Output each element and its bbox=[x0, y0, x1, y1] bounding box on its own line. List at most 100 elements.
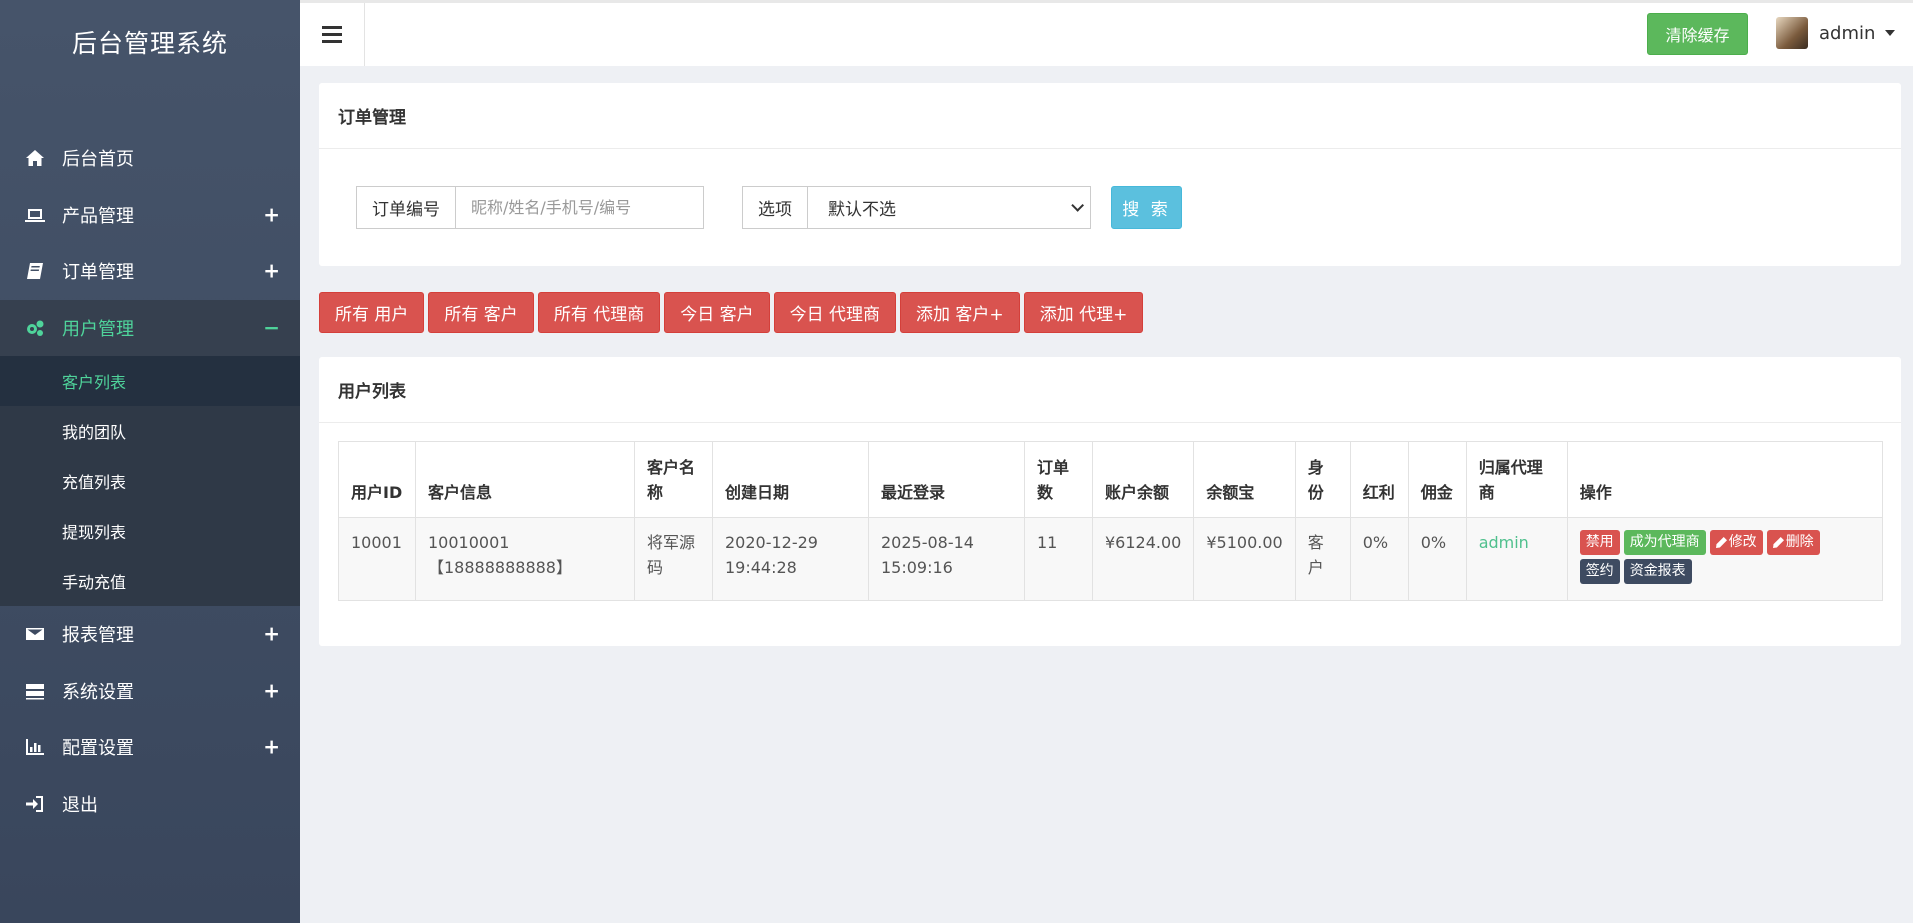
search-form: 订单编号 选项 默认不选 搜 索 bbox=[356, 186, 1182, 229]
sidebar-item-label: 产品管理 bbox=[62, 205, 134, 227]
expand-icon: + bbox=[263, 678, 280, 703]
sidebar-item-system-settings[interactable]: 系统设置 + bbox=[0, 663, 300, 720]
make-agent-button[interactable]: 成为代理商 bbox=[1623, 530, 1706, 555]
collapse-icon: − bbox=[263, 315, 280, 340]
user-list-panel: 用户列表 用户ID 客户信息 客户名称 创建日期 最近登录 订单数 账户余额 余… bbox=[319, 357, 1901, 646]
cell-user-id: 10001 bbox=[338, 517, 416, 601]
cell-customer-info: 10010001 【18888888888】 bbox=[415, 517, 635, 601]
laptop-icon bbox=[24, 205, 46, 225]
option-label: 选项 bbox=[742, 186, 808, 229]
app-title: 后台管理系统 bbox=[71, 29, 228, 58]
customer-info-line1: 10010001 bbox=[428, 533, 510, 552]
table-row: 10001 10010001 【18888888888】 将军源码 2020-1… bbox=[338, 517, 1884, 601]
user-table: 用户ID 客户信息 客户名称 创建日期 最近登录 订单数 账户余额 余额宝 身份… bbox=[338, 441, 1884, 601]
col-header-created: 创建日期 bbox=[712, 441, 869, 518]
sidebar-item-reports[interactable]: 报表管理 + bbox=[0, 606, 300, 663]
home-icon bbox=[24, 148, 46, 168]
sidebar-item-home[interactable]: 后台首页 bbox=[0, 130, 300, 187]
sidebar-item-label: 订单管理 bbox=[62, 262, 134, 284]
col-header-yuebao: 余额宝 bbox=[1193, 441, 1296, 518]
order-no-label: 订单编号 bbox=[356, 186, 456, 229]
chevron-down-icon bbox=[1071, 199, 1084, 212]
sidebar-subitem-withdraw-list[interactable]: 提现列表 bbox=[0, 506, 300, 556]
sidebar-item-label: 报表管理 bbox=[62, 625, 134, 647]
bar-chart-icon bbox=[24, 737, 46, 757]
cell-yuebao: ¥5100.00 bbox=[1193, 517, 1296, 601]
filter-all-agents-button[interactable]: 所有 代理商 bbox=[537, 292, 661, 333]
col-header-balance: 账户余额 bbox=[1091, 441, 1195, 518]
user-menu[interactable]: admin bbox=[1776, 17, 1896, 49]
col-header-customer-name: 客户名称 bbox=[634, 441, 713, 518]
disable-button[interactable]: 禁用 bbox=[1579, 530, 1620, 555]
cell-agent: admin bbox=[1465, 517, 1568, 601]
col-header-role: 身份 bbox=[1294, 441, 1351, 518]
pencil-icon bbox=[1772, 537, 1784, 548]
sidebar-nav: 后台首页 产品管理 + 订单管理 + 用户管理 − 客户列表 我的团队 充值列表… bbox=[0, 130, 300, 832]
sidebar-item-label: 配置设置 bbox=[62, 738, 134, 760]
col-header-customer-info: 客户信息 bbox=[415, 441, 635, 518]
col-header-user-id: 用户ID bbox=[338, 441, 416, 518]
search-button[interactable]: 搜 索 bbox=[1111, 186, 1182, 229]
sidebar-item-label: 退出 bbox=[62, 794, 98, 816]
cell-role: 客户 bbox=[1294, 517, 1351, 601]
sign-in-icon bbox=[24, 794, 46, 814]
cell-orders: 11 bbox=[1024, 517, 1093, 601]
top-bar: 清除缓存 admin bbox=[300, 0, 1913, 66]
col-header-last-login: 最近登录 bbox=[868, 441, 1025, 518]
expand-icon: + bbox=[263, 621, 280, 646]
edit-label: 修改 bbox=[1728, 534, 1757, 550]
col-header-orders: 订单数 bbox=[1024, 441, 1093, 518]
option-select[interactable]: 默认不选 bbox=[808, 186, 1091, 229]
sign-button[interactable]: 签约 bbox=[1579, 559, 1620, 584]
gears-icon bbox=[24, 318, 46, 338]
add-agent-button[interactable]: 添加 代理+ bbox=[1023, 292, 1144, 333]
sidebar-item-products[interactable]: 产品管理 + bbox=[0, 187, 300, 244]
filter-today-agents-button[interactable]: 今日 代理商 bbox=[773, 292, 897, 333]
col-header-bonus: 红利 bbox=[1349, 441, 1409, 518]
sidebar-subitem-my-team[interactable]: 我的团队 bbox=[0, 406, 300, 456]
fund-report-button[interactable]: 资金报表 bbox=[1623, 559, 1692, 584]
agent-link[interactable]: admin bbox=[1479, 533, 1529, 552]
sidebar-item-orders[interactable]: 订单管理 + bbox=[0, 243, 300, 300]
sidebar-subitem-customer-list[interactable]: 客户列表 bbox=[0, 356, 300, 406]
sidebar-item-logout[interactable]: 退出 bbox=[0, 776, 300, 833]
filter-today-customers-button[interactable]: 今日 客户 bbox=[664, 292, 770, 333]
sidebar-item-config-settings[interactable]: 配置设置 + bbox=[0, 719, 300, 776]
cell-customer-name: 将军源码 bbox=[634, 517, 713, 601]
sidebar-subnav-users: 客户列表 我的团队 充值列表 提现列表 手动充值 bbox=[0, 356, 300, 606]
customer-info-line2: 【18888888888】 bbox=[428, 558, 572, 577]
menu-toggle-icon[interactable] bbox=[300, 3, 365, 66]
add-customer-button[interactable]: 添加 客户+ bbox=[900, 292, 1020, 333]
action-buttons: 禁用 成为代理商 修改 删除 签约 资金报表 bbox=[1579, 530, 1850, 584]
search-panel: 订单管理 bbox=[319, 83, 1901, 266]
search-input[interactable] bbox=[456, 186, 704, 229]
expand-icon: + bbox=[263, 734, 280, 759]
cell-created: 2020-12-29 19:44:28 bbox=[712, 517, 869, 601]
filter-button-row: 所有 用户 所有 客户 所有 代理商 今日 客户 今日 代理商 添加 客户+ 添… bbox=[319, 292, 1147, 333]
cell-balance: ¥6124.00 bbox=[1091, 517, 1195, 601]
col-header-agent: 归属代理商 bbox=[1465, 441, 1568, 518]
clear-cache-button[interactable]: 清除缓存 bbox=[1647, 13, 1748, 55]
expand-icon: + bbox=[263, 202, 280, 227]
delete-button[interactable]: 删除 bbox=[1766, 530, 1820, 555]
cell-last-login: 2025-08-14 15:09:16 bbox=[868, 517, 1025, 601]
sidebar-subitem-manual-recharge[interactable]: 手动充值 bbox=[0, 556, 300, 606]
envelope-icon bbox=[24, 624, 46, 644]
option-selected-value: 默认不选 bbox=[828, 200, 896, 220]
sidebar-item-users[interactable]: 用户管理 − bbox=[0, 299, 300, 356]
pencil-icon bbox=[1715, 537, 1727, 548]
option-group: 选项 默认不选 bbox=[742, 186, 1091, 229]
table-header-row: 用户ID 客户信息 客户名称 创建日期 最近登录 订单数 账户余额 余额宝 身份… bbox=[338, 441, 1884, 518]
server-icon bbox=[24, 681, 46, 701]
panel-title: 用户列表 bbox=[319, 357, 1901, 423]
filter-all-customers-button[interactable]: 所有 客户 bbox=[428, 292, 534, 333]
expand-icon: + bbox=[263, 258, 280, 283]
sidebar-item-label: 后台首页 bbox=[62, 149, 134, 171]
sidebar-subitem-recharge-list[interactable]: 充值列表 bbox=[0, 456, 300, 506]
book-icon bbox=[24, 261, 46, 281]
sidebar-item-label: 系统设置 bbox=[62, 681, 134, 703]
avatar bbox=[1776, 17, 1808, 49]
filter-all-users-button[interactable]: 所有 用户 bbox=[319, 292, 425, 333]
user-name: admin bbox=[1819, 22, 1876, 44]
edit-button[interactable]: 修改 bbox=[1709, 530, 1763, 555]
